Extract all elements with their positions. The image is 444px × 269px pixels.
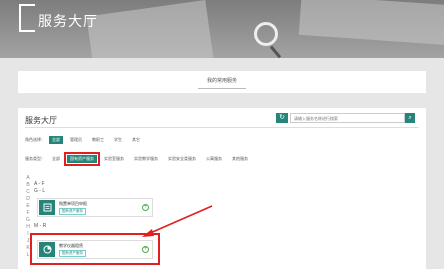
- annotation-arrow: [142, 205, 213, 237]
